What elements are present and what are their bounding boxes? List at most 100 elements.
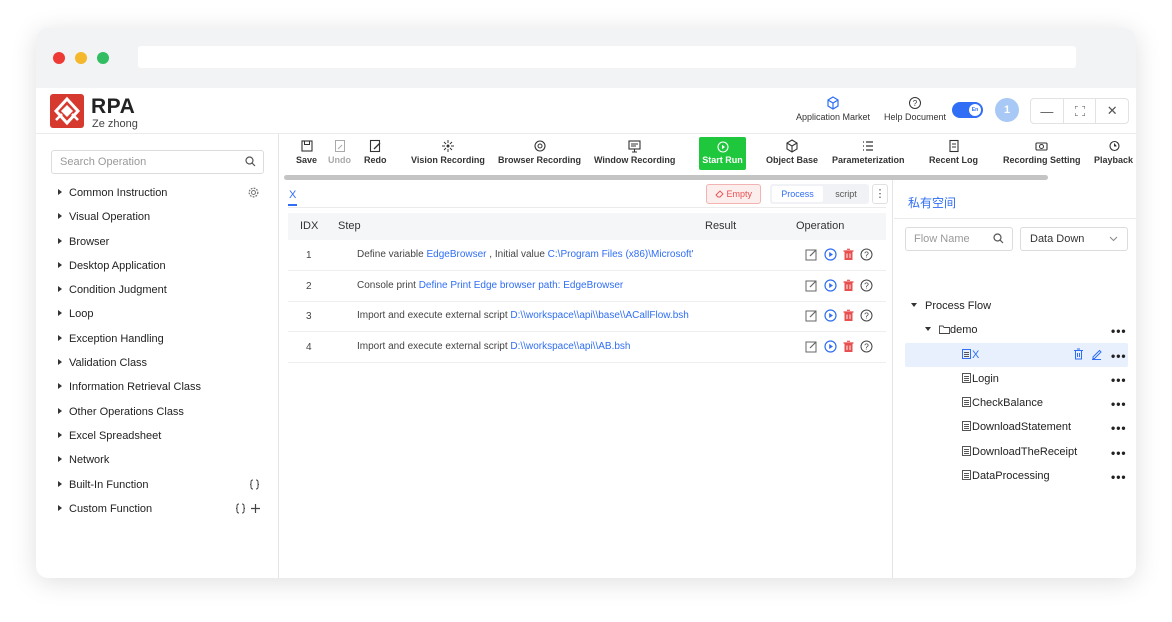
run-step-icon[interactable] — [824, 309, 837, 322]
redo-button[interactable]: Redo — [364, 139, 387, 165]
empty-button[interactable]: Empty — [706, 184, 761, 204]
data-down-select[interactable]: Data Down — [1020, 227, 1128, 251]
sidebar-item-information-retrieval-class[interactable]: Information Retrieval Class — [58, 379, 201, 395]
folder-demo[interactable]: demo — [925, 322, 978, 338]
parameterization-button[interactable]: Parameterization — [832, 139, 905, 165]
flow-item-downloadthereceipt[interactable]: DownloadTheReceipt — [962, 444, 1077, 460]
folder-icon — [939, 325, 950, 334]
delete-icon[interactable] — [842, 340, 855, 353]
sidebar-item-custom-function[interactable]: Custom Function — [58, 501, 152, 517]
undo-icon — [334, 140, 345, 152]
more-icon[interactable]: ••• — [1111, 350, 1127, 362]
maximize-window-button[interactable] — [97, 52, 109, 64]
flow-item-login[interactable]: Login — [962, 371, 999, 387]
browser-recording-button[interactable]: Browser Recording — [498, 139, 581, 165]
logo-subtitle: Ze zhong — [92, 118, 138, 130]
table-row[interactable]: 1 Define variable EdgeBrowser , Initial … — [288, 240, 886, 271]
table-row[interactable]: 3 Import and execute external script D:\… — [288, 301, 886, 332]
help-icon[interactable]: ? — [860, 340, 873, 353]
help-icon: ? — [909, 97, 921, 109]
flow-item-dataprocessing[interactable]: DataProcessing — [962, 468, 1050, 484]
svg-text:?: ? — [864, 250, 869, 260]
application-market-button[interactable]: Application Market — [795, 96, 871, 122]
close-window-button[interactable] — [53, 52, 65, 64]
mode-script-tab[interactable]: script — [825, 186, 867, 202]
cube-icon — [786, 139, 798, 153]
more-icon[interactable]: ••• — [1111, 398, 1127, 410]
workspace-title: 私有空间 — [908, 196, 957, 210]
run-step-icon[interactable] — [824, 340, 837, 353]
recording-setting-button[interactable]: Recording Setting — [1003, 139, 1081, 165]
step-text: Import and execute external script D:\\w… — [357, 310, 689, 321]
object-base-button[interactable]: Object Base — [766, 139, 818, 165]
sidebar-item-exception-handling[interactable]: Exception Handling — [58, 331, 164, 347]
edit-icon[interactable] — [805, 340, 818, 353]
more-icon[interactable]: ••• — [1111, 374, 1127, 386]
help-document-label: Help Document — [883, 112, 947, 122]
fullscreen-icon[interactable] — [1064, 99, 1097, 123]
more-vertical-icon[interactable]: ⋮ — [872, 184, 888, 204]
script-file-icon — [962, 397, 971, 407]
edit-icon[interactable] — [805, 309, 818, 322]
flow-item-downloadstatement[interactable]: DownloadStatement — [962, 419, 1071, 435]
sidebar-item-network[interactable]: Network — [58, 452, 109, 468]
table-row[interactable]: 2 Console print Define Print Edge browse… — [288, 271, 886, 302]
save-button[interactable]: Save — [296, 139, 317, 165]
add-icon[interactable] — [250, 503, 261, 514]
sidebar-item-visual-operation[interactable]: Visual Operation — [58, 209, 150, 225]
window-recording-button[interactable]: Window Recording — [594, 139, 675, 165]
recent-log-button[interactable]: Recent Log — [929, 139, 978, 165]
sidebar-item-built-in-function[interactable]: Built-In Function — [58, 477, 148, 493]
script-file-icon — [962, 470, 971, 480]
more-icon[interactable]: ••• — [1111, 422, 1127, 434]
script-file-icon — [962, 446, 971, 456]
gear-icon[interactable] — [248, 187, 259, 198]
sidebar-item-excel-spreadsheet[interactable]: Excel Spreadsheet — [58, 428, 161, 444]
delete-icon[interactable] — [842, 279, 855, 292]
braces-icon[interactable] — [250, 479, 259, 490]
run-step-icon[interactable] — [824, 248, 837, 261]
process-flow-root[interactable]: Process Flow — [911, 298, 991, 314]
more-icon[interactable]: ••• — [1111, 447, 1127, 459]
flow-item-checkbalance[interactable]: CheckBalance — [962, 395, 1043, 411]
minimize-icon[interactable]: — — [1031, 99, 1064, 123]
sidebar-item-desktop-application[interactable]: Desktop Application — [58, 258, 166, 274]
sidebar-item-other-operations-class[interactable]: Other Operations Class — [58, 404, 184, 420]
close-icon[interactable]: ✕ — [1096, 99, 1128, 123]
delete-icon[interactable] — [842, 309, 855, 322]
workspace-divider — [894, 218, 1136, 219]
delete-icon[interactable] — [842, 248, 855, 261]
sidebar-item-loop[interactable]: Loop — [58, 306, 93, 322]
edit-icon[interactable] — [1091, 348, 1102, 360]
help-icon[interactable]: ? — [860, 248, 873, 261]
delete-icon[interactable] — [1073, 348, 1084, 360]
mode-process-tab[interactable]: Process — [772, 186, 823, 202]
sidebar-item-common-instruction[interactable]: Common Instruction — [58, 185, 167, 201]
search-operation-input[interactable]: Search Operation — [51, 150, 264, 174]
vision-recording-button[interactable]: Vision Recording — [411, 139, 485, 165]
undo-button[interactable]: Undo — [328, 139, 351, 165]
language-toggle[interactable]: En — [952, 102, 983, 118]
table-row[interactable]: 4 Import and execute external script D:\… — [288, 332, 886, 363]
help-icon[interactable]: ? — [860, 279, 873, 292]
minimize-window-button[interactable] — [75, 52, 87, 64]
sidebar-item-validation-class[interactable]: Validation Class — [58, 355, 147, 371]
edit-icon[interactable] — [805, 279, 818, 292]
tab-x[interactable]: X — [288, 189, 298, 206]
braces-icon[interactable] — [236, 503, 245, 514]
sidebar-item-browser[interactable]: Browser — [58, 234, 109, 250]
more-icon[interactable]: ••• — [1111, 325, 1127, 337]
flow-item-x[interactable]: X — [962, 347, 979, 363]
edit-icon[interactable] — [805, 248, 818, 261]
flow-name-search-input[interactable]: Flow Name — [905, 227, 1013, 251]
language-toggle-label: En — [969, 104, 981, 116]
sidebar-item-condition-judgment[interactable]: Condition Judgment — [58, 282, 167, 298]
run-step-icon[interactable] — [824, 279, 837, 292]
start-run-button[interactable]: Start Run — [699, 137, 746, 170]
help-document-button[interactable]: ? Help Document — [883, 96, 947, 122]
playback-button[interactable]: Playback — [1094, 139, 1133, 165]
help-icon[interactable]: ? — [860, 309, 873, 322]
address-bar[interactable] — [138, 46, 1076, 68]
more-icon[interactable]: ••• — [1111, 471, 1127, 483]
avatar[interactable]: 1 — [995, 98, 1019, 122]
